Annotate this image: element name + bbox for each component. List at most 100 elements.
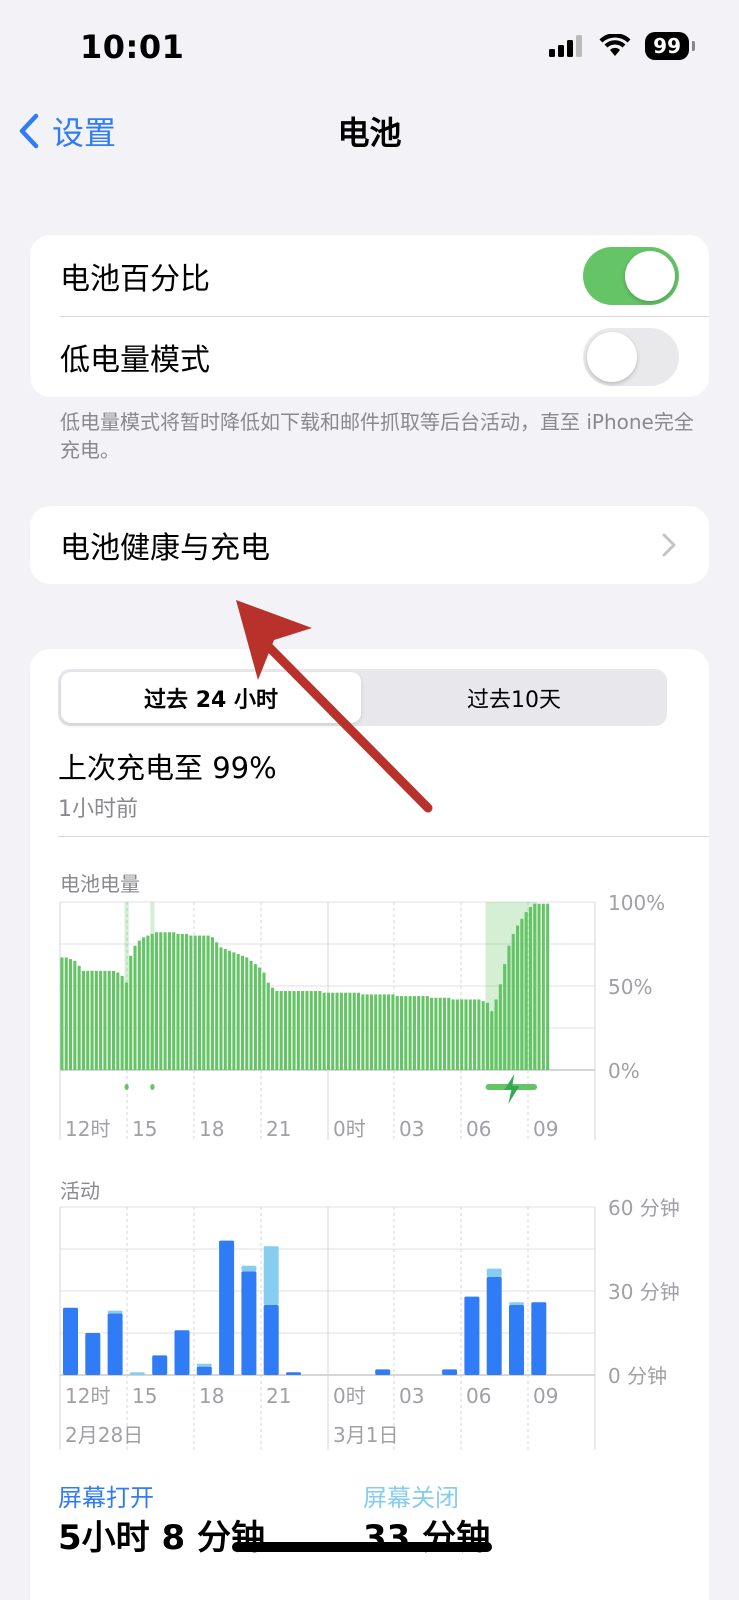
screen-on-bar xyxy=(286,1372,301,1375)
battery-bar xyxy=(481,1001,485,1070)
battery-health-group: 电池健康与充电 xyxy=(30,506,709,584)
battery-level-chart: 100% 50% 0% 12时 15 18 21 0时 03 06 09 xyxy=(59,891,665,1141)
battery-bar xyxy=(541,903,545,1070)
battery-bar xyxy=(485,1002,490,1070)
battery-bar xyxy=(516,925,520,1070)
battery-bar xyxy=(460,999,464,1070)
low-power-mode-row: 低电量模式 xyxy=(30,316,709,397)
battery-bar xyxy=(361,994,365,1070)
battery-bar xyxy=(232,952,236,1070)
low-power-mode-label: 低电量模式 xyxy=(60,342,210,378)
battery-bar xyxy=(73,960,77,1070)
battery-bar xyxy=(507,945,511,1070)
battery-bar xyxy=(249,960,253,1070)
battery-bar xyxy=(451,999,455,1070)
battery-health-label: 电池健康与充电 xyxy=(60,531,270,566)
battery-bar xyxy=(442,997,447,1070)
battery-bar xyxy=(292,991,296,1070)
battery-bar xyxy=(344,992,348,1070)
battery-bar xyxy=(503,964,507,1070)
battery-bar xyxy=(417,996,421,1070)
wifi-icon xyxy=(599,34,631,56)
screen-on-bar xyxy=(174,1330,190,1375)
tab-last-24-hours[interactable]: 过去 24 小时 xyxy=(61,672,361,723)
battery-bar xyxy=(434,997,438,1070)
battery-bar xyxy=(494,999,498,1070)
battery-bar xyxy=(60,957,64,1070)
battery-bar xyxy=(339,992,343,1070)
charging-marker xyxy=(124,1084,129,1090)
battery-bar xyxy=(408,996,412,1070)
divider xyxy=(58,836,709,837)
battery-bar xyxy=(399,996,404,1070)
activity-chart: 60 分钟 30 分钟 0 分钟 12时 15 18 21 0时 03 06 09 2月28日 3月1日 xyxy=(59,1196,680,1450)
battery-bar xyxy=(378,994,382,1070)
screen-on-bar xyxy=(509,1305,524,1375)
x-tick-label: 09 xyxy=(533,1117,558,1141)
screen-on-bar xyxy=(464,1296,480,1375)
battery-bar xyxy=(202,935,206,1070)
screen-off-bar xyxy=(509,1302,524,1305)
screen-on-bar xyxy=(85,1333,101,1375)
battery-bar xyxy=(189,935,193,1070)
x-tick-label: 15 xyxy=(132,1384,157,1408)
battery-bar xyxy=(335,992,339,1070)
battery-bar xyxy=(309,991,313,1070)
battery-bar xyxy=(395,996,399,1070)
navigation-bar: 设置 电池 xyxy=(0,100,739,160)
x-tick-label: 15 xyxy=(132,1117,157,1141)
battery-bar xyxy=(464,999,468,1070)
screen-off-bar xyxy=(263,1246,279,1305)
battery-bar xyxy=(331,992,335,1070)
y-tick-label: 50% xyxy=(608,975,652,999)
battery-options-group: 电池百分比 低电量模式 xyxy=(30,235,709,397)
battery-bar xyxy=(236,954,240,1070)
battery-bar xyxy=(86,970,90,1070)
last-charge-ago: 1小时前 xyxy=(58,797,138,822)
status-bar: 10:01 99 xyxy=(0,0,739,100)
date-label: 2月28日 xyxy=(65,1423,143,1447)
battery-bar xyxy=(473,999,477,1070)
page-title: 电池 xyxy=(337,114,402,152)
battery-bar xyxy=(99,970,103,1070)
battery-bar xyxy=(90,970,94,1070)
battery-bar xyxy=(193,935,197,1070)
battery-bar xyxy=(490,1011,494,1070)
battery-bar xyxy=(219,947,223,1070)
low-power-mode-toggle[interactable] xyxy=(583,327,679,386)
status-time: 10:01 xyxy=(80,28,185,66)
battery-bar xyxy=(142,937,146,1070)
time-range-segmented-control: 过去 24 小时 过去10天 xyxy=(58,669,667,726)
battery-bar xyxy=(412,996,416,1070)
battery-bar xyxy=(103,970,107,1070)
screen-off-bar xyxy=(107,1310,123,1314)
battery-bar xyxy=(163,932,167,1070)
battery-percentage-toggle[interactable] xyxy=(583,246,679,305)
chevron-right-icon xyxy=(662,533,676,557)
battery-bar xyxy=(81,970,85,1070)
x-tick-label: 06 xyxy=(466,1384,491,1408)
cellular-signal-icon xyxy=(549,35,583,57)
battery-bar xyxy=(348,992,352,1070)
screen-on-bar xyxy=(241,1271,257,1375)
battery-bar xyxy=(438,997,442,1070)
battery-bar xyxy=(288,991,292,1070)
tab-last-10-days[interactable]: 过去10天 xyxy=(364,672,664,723)
battery-bar xyxy=(206,935,210,1070)
battery-bar xyxy=(271,987,275,1070)
battery-health-row[interactable]: 电池健康与充电 xyxy=(30,506,709,584)
battery-percentage-row: 电池百分比 xyxy=(30,235,709,316)
battery-bar xyxy=(228,950,232,1070)
battery-bar xyxy=(253,964,257,1070)
x-tick-label: 12时 xyxy=(65,1117,110,1141)
battery-bar xyxy=(245,957,249,1070)
x-tick-label: 0时 xyxy=(333,1117,366,1141)
screen-on-bar xyxy=(219,1240,235,1375)
battery-percentage-label: 电池百分比 xyxy=(60,261,210,297)
toggle-knob xyxy=(587,331,637,382)
battery-bar xyxy=(296,991,300,1070)
battery-bar xyxy=(197,935,202,1070)
battery-bar xyxy=(180,933,184,1070)
x-tick-label: 12时 xyxy=(65,1384,110,1408)
y-tick-label: 60 分钟 xyxy=(608,1196,680,1220)
